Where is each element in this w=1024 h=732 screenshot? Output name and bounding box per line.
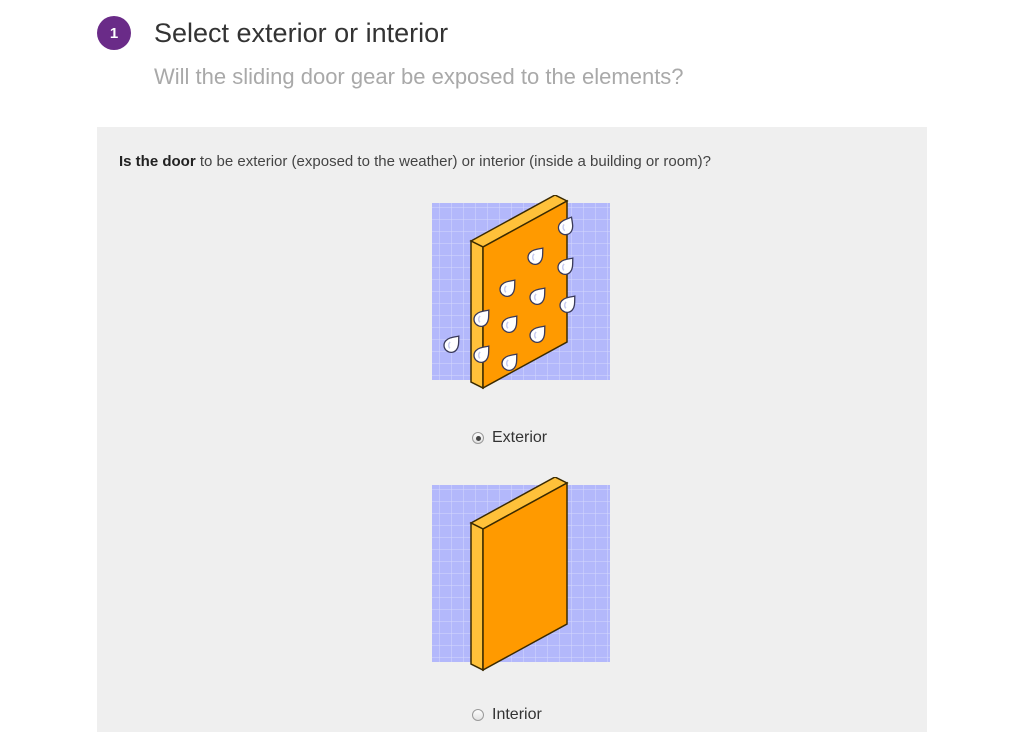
step-title: Select exterior or interior [154, 18, 449, 48]
exterior-door-illustration[interactable] [427, 195, 627, 395]
exterior-radio-row[interactable]: Exterior [472, 429, 547, 447]
interior-door-illustration[interactable] [427, 477, 627, 677]
question-rest: to be exterior (exposed to the weather) … [195, 153, 711, 170]
interior-label: Interior [492, 706, 542, 723]
interior-radio-row[interactable]: Interior [472, 706, 542, 724]
step-subtitle: Will the sliding door gear be exposed to… [154, 64, 684, 89]
door-side-edge [470, 521, 484, 672]
step-badge: 1 [97, 16, 131, 50]
options-panel: Is the door to be exterior (exposed to t… [97, 127, 927, 732]
question-bold: Is the door [119, 153, 196, 170]
interior-radio[interactable] [472, 709, 484, 721]
radio-selected-dot [475, 435, 481, 441]
exterior-label: Exterior [492, 429, 548, 446]
exterior-radio[interactable] [472, 432, 484, 444]
question-text: Is the door to be exterior (exposed to t… [119, 153, 711, 170]
